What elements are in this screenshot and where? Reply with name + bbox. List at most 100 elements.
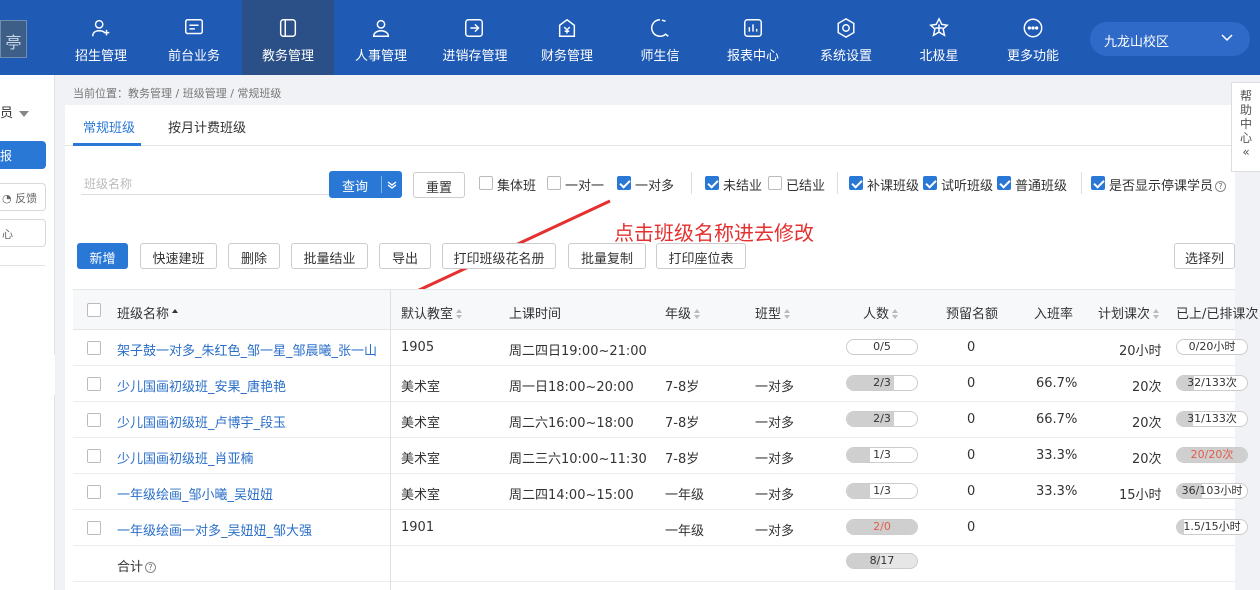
col-count[interactable]: 人数 xyxy=(863,303,899,322)
batch-copy-button[interactable]: 批量复制 xyxy=(568,243,646,269)
col-class-name[interactable]: 班级名称 xyxy=(117,303,179,322)
nav-label: 报表中心 xyxy=(726,49,779,64)
add-button[interactable]: 新增 xyxy=(77,243,128,269)
col-room[interactable]: 默认教室 xyxy=(401,303,463,322)
planned-cell: 20次 xyxy=(1132,416,1162,431)
checkbox-not-graduated[interactable] xyxy=(705,176,719,190)
col-grade[interactable]: 年级 xyxy=(665,303,701,322)
nav-label: 北极星 xyxy=(919,49,959,64)
checkbox-one-to-one[interactable] xyxy=(547,176,561,190)
content-panel: 常规班级 按月计费班级 班级名称 查询 重置 集体班 一对一 一对多 未结业 已… xyxy=(65,105,1258,590)
row-checkbox[interactable] xyxy=(87,377,101,391)
progress-text: 0/20小时 xyxy=(1188,340,1236,353)
class-name-link[interactable]: 一年级绘画一对多_吴妞妞_邹大强 xyxy=(117,520,312,539)
nav-item-message[interactable]: 师生信 xyxy=(614,0,706,75)
nav-item-frontdesk[interactable]: 前台业务 xyxy=(148,0,240,75)
batch-graduate-button[interactable]: 批量结业 xyxy=(291,243,368,269)
class-name-link[interactable]: 少儿国画初级班_卢博宇_段玉 xyxy=(117,412,286,431)
choose-columns-button[interactable]: 选择列 xyxy=(1174,243,1235,269)
row-checkbox[interactable] xyxy=(87,485,101,499)
delete-button[interactable]: 删除 xyxy=(228,243,280,269)
table-row[interactable]: 少儿国画初级班_肖亚楠 美术室 周二三六10:00~11:30 7-8岁 一对多 1/3 0… xyxy=(73,438,1248,474)
class-name-link[interactable]: 架子鼓一对多_朱红色_邹一星_邹晨曦_张一山 xyxy=(117,340,377,359)
table-row[interactable]: 一年级绘画一对多_吴妞妞_邹大强 1901 一年级 一对多 2/0 0 1.5/15小时 xyxy=(73,510,1248,546)
nav-item-enrollment[interactable]: 招生管理 xyxy=(55,0,147,75)
help-icon[interactable]: ? xyxy=(145,562,157,573)
nav-item-polaris[interactable]: 北极星 xyxy=(893,0,985,75)
help-center-tab[interactable]: 帮 助 中 心 « xyxy=(1231,82,1260,172)
more-icon xyxy=(1022,17,1044,39)
progress-pill: 32/133次 xyxy=(1176,375,1248,391)
table-row[interactable]: 架子鼓一对多_朱红色_邹一星_邹晨曦_张一山 1905 周二四日19:00~21:0… xyxy=(73,330,1248,366)
count-text: 2/3 xyxy=(873,376,891,389)
select-all-checkbox[interactable] xyxy=(87,303,101,317)
help-icon[interactable]: ? xyxy=(1215,181,1227,192)
sidebar-active-button[interactable]: 报 xyxy=(0,141,46,169)
reserved-cell: 0 xyxy=(967,376,976,391)
grade-cell: 一年级 xyxy=(665,524,705,539)
progress-pill: 1.5/15小时 xyxy=(1176,519,1248,535)
show-suspended-text: 是否显示停课学员 xyxy=(1109,179,1214,194)
feedback-button[interactable]: ◔ 反馈 xyxy=(0,183,46,211)
nav-item-finance[interactable]: 财务管理 xyxy=(521,0,613,75)
planned-cell: 20次 xyxy=(1132,452,1162,467)
query-button[interactable]: 查询 xyxy=(329,171,402,198)
checkbox-one-to-many[interactable] xyxy=(617,176,631,190)
nav-item-settings[interactable]: 系统设置 xyxy=(800,0,892,75)
nav-item-inventory[interactable]: 进销存管理 xyxy=(428,0,522,75)
tab-regular-class[interactable]: 常规班级 xyxy=(83,117,135,136)
row-checkbox[interactable] xyxy=(87,413,101,427)
checkbox-makeup-class[interactable] xyxy=(849,176,863,190)
checkbox-show-suspended[interactable] xyxy=(1091,176,1105,190)
show-suspended-label: 是否显示停课学员? xyxy=(1109,175,1227,194)
nav-item-hr[interactable]: 人事管理 xyxy=(335,0,427,75)
quick-create-button[interactable]: 快速建班 xyxy=(140,243,217,269)
nav-item-reports[interactable]: 报表中心 xyxy=(707,0,799,75)
staff-dropdown[interactable]: 员 xyxy=(0,102,30,121)
sidebar-other-button[interactable]: 心 xyxy=(0,219,46,247)
checkbox-group-class[interactable] xyxy=(479,176,493,190)
col-class-name-label: 班级名称 xyxy=(117,307,170,322)
count-text: 1/3 xyxy=(873,484,891,497)
nav-label: 人事管理 xyxy=(354,49,407,64)
not-graduated-label: 未结业 xyxy=(723,179,763,194)
table-row[interactable]: 少儿国画初级班_安果_唐艳艳 美术室 周一日18:00~20:00 7-8岁 一对多 2/… xyxy=(73,366,1248,402)
query-label: 查询 xyxy=(342,180,369,195)
checkbox-normal-class[interactable] xyxy=(997,176,1011,190)
class-name-input[interactable]: 班级名称 xyxy=(81,171,331,195)
class-name-link[interactable]: 少儿国画初级班_安果_唐艳艳 xyxy=(117,376,286,395)
col-type[interactable]: 班型 xyxy=(755,303,791,322)
print-seating-button[interactable]: 打印座位表 xyxy=(656,243,746,269)
nav-item-academic[interactable]: 教务管理 xyxy=(242,0,334,75)
campus-select[interactable]: 九龙山校区 xyxy=(1090,22,1250,56)
print-roster-button[interactable]: 打印班级花名册 xyxy=(442,243,556,269)
grade-cell: 7-8岁 xyxy=(665,416,700,431)
class-name-link[interactable]: 少儿国画初级班_肖亚楠 xyxy=(117,448,254,467)
table-row[interactable]: 一年级绘画_邹小曦_吴妞妞 美术室 周二四14:00~15:00 一年级 一对多 1/3 0… xyxy=(73,474,1248,510)
row-checkbox[interactable] xyxy=(87,341,101,355)
nav-item-more[interactable]: 更多功能 xyxy=(987,0,1079,75)
row-checkbox[interactable] xyxy=(87,449,101,463)
count-pill: 2/0 xyxy=(846,519,918,535)
checkbox-trial-class[interactable] xyxy=(923,176,937,190)
class-name-link[interactable]: 一年级绘画_邹小曦_吴妞妞 xyxy=(117,484,273,503)
row-checkbox[interactable] xyxy=(87,521,101,535)
logo[interactable]: 亭 xyxy=(0,20,27,58)
tab-monthly-class[interactable]: 按月计费班级 xyxy=(168,117,246,136)
reset-button[interactable]: 重置 xyxy=(413,172,465,198)
rate-cell: 33.3% xyxy=(1036,484,1078,499)
chevron-down-icon[interactable] xyxy=(387,179,397,189)
progress-pill: 36/103小时 xyxy=(1176,483,1248,499)
feedback-icon: ◔ xyxy=(2,192,16,205)
nav-label: 前台业务 xyxy=(167,49,220,64)
checkbox-graduated[interactable] xyxy=(768,176,782,190)
table-row[interactable]: 少儿国画初级班_卢博宇_段玉 美术室 周二六16:00~18:00 7-8岁 一对多 2/… xyxy=(73,402,1248,438)
progress-text: 31/133次 xyxy=(1187,412,1237,425)
export-button[interactable]: 导出 xyxy=(379,243,431,269)
type-cell: 一对多 xyxy=(755,524,795,539)
one-to-many-label: 一对多 xyxy=(635,179,675,194)
grade-cell: 7-8岁 xyxy=(665,380,700,395)
nav-label: 进销存管理 xyxy=(442,49,508,64)
col-planned[interactable]: 计划课次 xyxy=(1098,303,1160,322)
reserved-cell: 0 xyxy=(967,340,976,355)
